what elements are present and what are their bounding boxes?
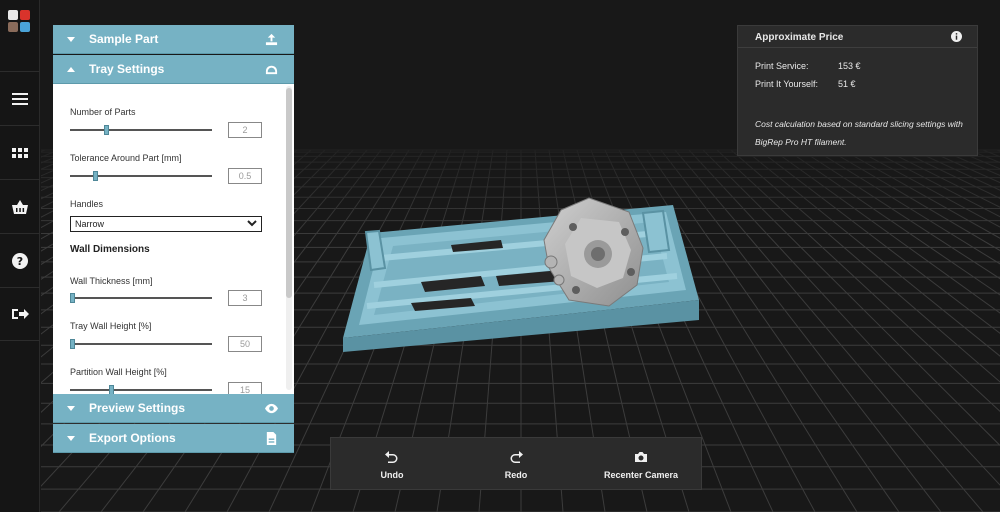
slider-thumb[interactable]: [70, 293, 75, 303]
app-window: ? Sample Part Tray Settings Number of Pa…: [0, 0, 1000, 512]
undo-button[interactable]: Undo: [361, 438, 423, 491]
export-options-header[interactable]: Export Options: [53, 424, 294, 453]
caret-down-icon: [67, 36, 75, 42]
caret-up-icon: [67, 66, 75, 72]
tray-settings-header[interactable]: Tray Settings: [53, 55, 294, 84]
logout-icon: [12, 309, 29, 319]
print-service-label: Print Service:: [755, 61, 809, 71]
eye-icon: [265, 403, 278, 414]
help-icon: ?: [12, 252, 28, 269]
print-yourself-row: Print It Yourself: 51 €: [755, 79, 856, 89]
print-yourself-value: 51 €: [838, 79, 856, 89]
svg-text:?: ?: [17, 255, 23, 268]
recenter-camera-label: Recenter Camera: [603, 469, 679, 480]
number-of-parts-label: Number of Parts: [70, 107, 136, 117]
wall-dimensions-heading: Wall Dimensions: [70, 244, 150, 255]
tolerance-label: Tolerance Around Part [mm]: [70, 153, 182, 163]
price-panel: Approximate Price Print Service: 153 € P…: [737, 25, 978, 156]
wall-thickness-slider[interactable]: [70, 293, 212, 303]
sample-part-label: Sample Part: [89, 32, 159, 46]
tray-settings-label: Tray Settings: [89, 62, 165, 76]
grid-icon: [12, 147, 28, 158]
tray-wall-height-slider[interactable]: [70, 339, 212, 349]
preview-settings-header[interactable]: Preview Settings: [53, 394, 294, 423]
print-service-row: Print Service: 153 €: [755, 61, 861, 71]
redo-label: Redo: [504, 469, 528, 480]
logo: [8, 10, 32, 34]
file-icon: [266, 432, 277, 445]
settings-panel: Sample Part Tray Settings Number of Part…: [53, 25, 294, 453]
number-of-parts-input[interactable]: 2: [228, 122, 262, 138]
undo-icon: [385, 450, 398, 463]
sample-part-header[interactable]: Sample Part: [53, 25, 294, 54]
preview-settings-label: Preview Settings: [89, 401, 186, 415]
handles-value: Narrow: [75, 219, 105, 229]
tray-settings-body: Number of Parts 2 Tolerance Around Part …: [53, 84, 294, 394]
handles-label: Handles: [70, 199, 104, 209]
print-service-value: 153 €: [838, 61, 861, 71]
slider-thumb[interactable]: [93, 171, 98, 181]
upload-icon[interactable]: [265, 33, 278, 46]
redo-button[interactable]: Redo: [485, 438, 547, 491]
bottom-toolbar: Undo Redo Recenter Camera: [330, 437, 702, 490]
tray-wall-height-input[interactable]: 50: [228, 336, 262, 352]
partition-wall-height-label: Partition Wall Height [%]: [70, 367, 167, 377]
handles-select[interactable]: Narrow: [70, 216, 262, 232]
slider-thumb[interactable]: [104, 125, 109, 135]
slider-thumb[interactable]: [70, 339, 75, 349]
caret-down-icon: [67, 405, 75, 411]
slider-thumb[interactable]: [109, 385, 114, 394]
redo-icon: [510, 450, 523, 463]
left-nav-rail: ?: [0, 0, 40, 512]
undo-label: Undo: [380, 469, 404, 480]
basket-icon: [12, 199, 28, 214]
tray-icon: [265, 65, 278, 75]
price-title: Approximate Price: [738, 26, 977, 48]
number-of-parts-slider[interactable]: [70, 125, 212, 135]
export-options-label: Export Options: [89, 431, 176, 445]
print-yourself-label: Print It Yourself:: [755, 79, 819, 89]
tray-wall-height-label: Tray Wall Height [%]: [70, 321, 152, 331]
logout-button[interactable]: [0, 287, 40, 341]
basket-button[interactable]: [0, 179, 40, 233]
tolerance-slider[interactable]: [70, 171, 212, 181]
menu-button[interactable]: [0, 71, 40, 125]
recenter-camera-button[interactable]: Recenter Camera: [593, 438, 689, 491]
scrollbar-thumb[interactable]: [286, 88, 292, 298]
help-button[interactable]: ?: [0, 233, 40, 287]
camera-icon: [635, 451, 647, 462]
info-icon[interactable]: [951, 31, 962, 42]
apps-button[interactable]: [0, 125, 40, 179]
partition-wall-height-input[interactable]: 15: [228, 382, 262, 394]
partition-wall-height-slider[interactable]: [70, 385, 212, 394]
chevron-down-icon: [247, 220, 257, 227]
menu-icon: [12, 92, 28, 105]
caret-down-icon: [67, 435, 75, 441]
tolerance-input[interactable]: 0.5: [228, 168, 262, 184]
wall-thickness-label: Wall Thickness [mm]: [70, 276, 153, 286]
wall-thickness-input[interactable]: 3: [228, 290, 262, 306]
price-note: Cost calculation based on standard slici…: [755, 119, 963, 147]
